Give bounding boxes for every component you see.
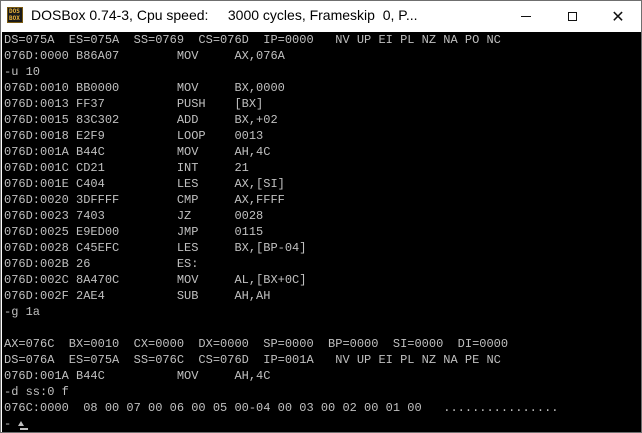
maximize-icon: [567, 12, 577, 21]
maximize-button[interactable]: [549, 1, 595, 32]
console-line: DS=075A ES=075A SS=0769 CS=076D IP=0000 …: [4, 33, 501, 47]
console-line: 076D:002B 26 ES:: [4, 257, 199, 271]
console-line: 076D:0013 FF37 PUSH [BX]: [4, 97, 264, 111]
close-button[interactable]: ✕: [595, 1, 641, 32]
console-line: 076D:0010 BB0000 MOV BX,0000: [4, 81, 285, 95]
console-line: 076D:001E C404 LES AX,[SI]: [4, 177, 285, 191]
icon-text-top: DOS: [9, 8, 20, 15]
console-line: 076D:002C 8A470C MOV AL,[BX+0C]: [4, 273, 307, 287]
console-line: 076D:0000 B86A07 MOV AX,076A: [4, 49, 285, 63]
window-title: DOSBox 0.74-3, Cpu speed: 3000 cycles, F…: [31, 7, 418, 23]
minimize-button[interactable]: [503, 1, 549, 32]
console-line: 076D:0020 3DFFFF CMP AX,FFFF: [4, 193, 285, 207]
mouse-pointer-icon: [18, 421, 24, 426]
console-line: 076D:0015 83C302 ADD BX,+02: [4, 113, 278, 127]
console-line: -d ss:0 f: [4, 385, 69, 399]
close-icon: ✕: [611, 6, 625, 26]
console-line: 076D:0025 E9ED00 JMP 0115: [4, 225, 264, 239]
dosbox-window: DOS BOX DOSBox 0.74-3, Cpu speed: 3000 c…: [0, 0, 642, 433]
text-cursor: [20, 428, 28, 430]
console-line: -u 10: [4, 65, 41, 79]
console-line: 076D:002F 2AE4 SUB AH,AH: [4, 289, 271, 303]
console-line: DS=076A ES=075A SS=076C CS=076D IP=001A …: [4, 353, 501, 367]
console-line: 076D:0028 C45EFC LES BX,[BP-04]: [4, 241, 307, 255]
console-line: 076D:001C CD21 INT 21: [4, 161, 249, 175]
console-line: 076C:0000 08 00 07 00 06 00 05 00-04 00 …: [4, 401, 559, 415]
title-bar[interactable]: DOS BOX DOSBox 0.74-3, Cpu speed: 3000 c…: [1, 1, 641, 32]
console-line: AX=076C BX=0010 CX=0000 DX=0000 SP=0000 …: [4, 337, 509, 351]
console-line: 076D:001A B44C MOV AH,4C: [4, 145, 271, 159]
console-line: -g 1a: [4, 305, 41, 319]
console-line: 076D:0018 E2F9 LOOP 0013: [4, 129, 264, 143]
console-line: 076D:0023 7403 JZ 0028: [4, 209, 264, 223]
console-prompt: -: [4, 417, 12, 431]
minimize-icon: [521, 16, 531, 17]
dosbox-app-icon[interactable]: DOS BOX: [7, 7, 23, 23]
dos-console[interactable]: DS=075A ES=075A SS=0769 CS=076D IP=0000 …: [2, 32, 641, 432]
icon-text-bottom: BOX: [9, 15, 20, 22]
console-line: 076D:001A B44C MOV AH,4C: [4, 369, 271, 383]
